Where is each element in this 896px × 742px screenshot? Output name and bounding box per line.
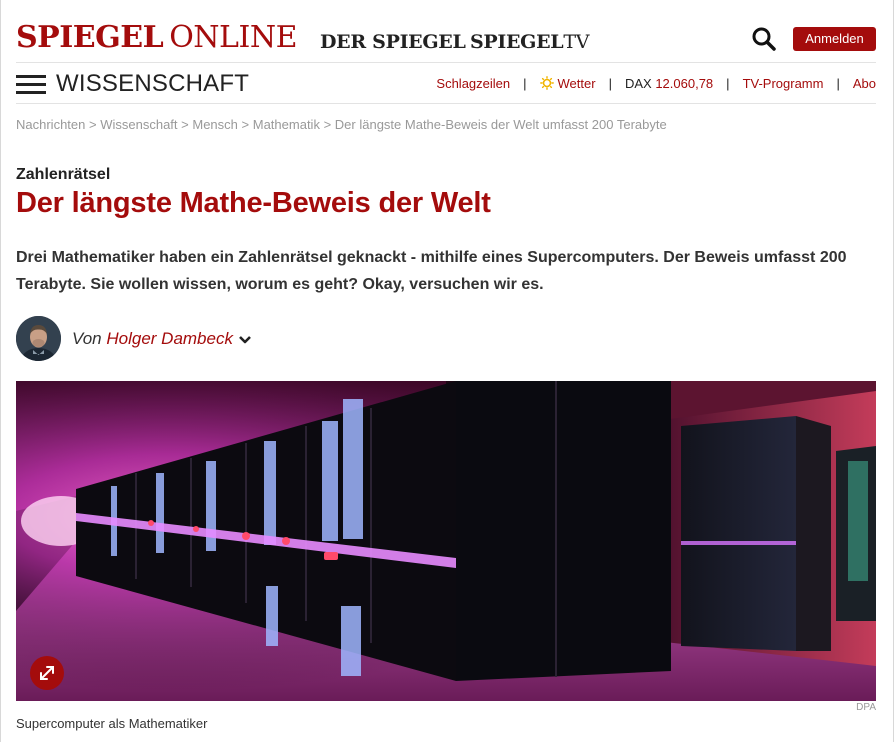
article-kicker: Zahlenrätsel [16,166,111,183]
dax-label: DAX [624,76,652,91]
service-links: Schlagzeilen | Wetter | DAX 12.060,78 | TV-Pro… [436,76,876,93]
breadcrumb-item-nachrichten[interactable]: Nachrichten [16,117,85,132]
wetter-link[interactable]: Wetter [539,76,596,93]
der-spiegel-link[interactable]: DER SPIEGEL [320,31,466,53]
byline: Von Holger Dambeck [72,329,252,350]
author-link[interactable]: Holger Dambeck [106,329,233,348]
chevron-down-icon[interactable] [238,330,252,350]
breadcrumb-separator: > [181,117,189,132]
search-icon[interactable] [751,26,777,52]
spiegel-tv-main: SPIEGEL [470,31,564,53]
abo-link[interactable]: Abo [853,76,876,91]
menu-icon[interactable] [16,75,46,95]
article-intro: Drei Mathematiker haben ein Zahlenrätsel… [16,249,847,293]
tv-programm-link[interactable]: TV-Programm [743,76,824,91]
dax-link[interactable]: DAX 12.060,78 [625,76,713,91]
image-caption: Supercomputer als Mathematiker [16,716,208,731]
login-button[interactable]: Anmelden [793,27,876,51]
author-box: Von Holger Dambeck [16,316,416,362]
breadcrumb-item-wissenschaft[interactable]: Wissenschaft [100,117,177,132]
dax-value: 12.060,78 [655,76,714,91]
logo-spiegel-text: SPIEGEL [16,20,164,55]
breadcrumb-separator: > [89,117,97,132]
breadcrumb-item-mathematik[interactable]: Mathematik [253,117,320,132]
supercomputer-photo [16,381,876,701]
section-nav: WISSENSCHAFT Schlagzeilen | Wetter | DAX 12.… [16,62,876,104]
masthead: SPIEGEL ONLINE DER SPIEGEL SPIEGELTV Anme… [16,20,876,56]
article-headline: Der längste Mathe-Beweis der Welt [16,187,491,219]
breadcrumb-current: Der längste Mathe-Beweis der Welt umfass… [334,117,667,132]
spiegel-tv-suffix: TV [563,31,590,53]
nav-separator: | [726,76,730,91]
section-title[interactable]: WISSENSCHAFT [56,70,249,98]
hero-image[interactable] [16,381,876,701]
logo-online-text: ONLINE [169,20,297,55]
nav-separator: | [608,76,612,91]
breadcrumb-separator: > [323,117,332,132]
schlagzeilen-link[interactable]: Schlagzeilen [436,76,510,91]
breadcrumb: Nachrichten > Wissenschaft > Mensch > Ma… [16,117,667,132]
byline-prefix: Von [72,329,102,348]
spiegel-tv-link[interactable]: SPIEGELTV [470,31,589,53]
expand-icon[interactable] [30,656,64,690]
nav-separator: | [836,76,840,91]
breadcrumb-item-mensch[interactable]: Mensch [192,117,238,132]
wetter-label: Wetter [557,76,596,91]
spiegel-online-logo[interactable]: SPIEGEL ONLINE [16,20,297,55]
breadcrumb-separator: > [241,117,250,132]
nav-separator: | [523,76,527,91]
image-credit: DPA [856,702,876,713]
author-avatar[interactable] [16,316,61,361]
sun-icon [539,76,554,93]
